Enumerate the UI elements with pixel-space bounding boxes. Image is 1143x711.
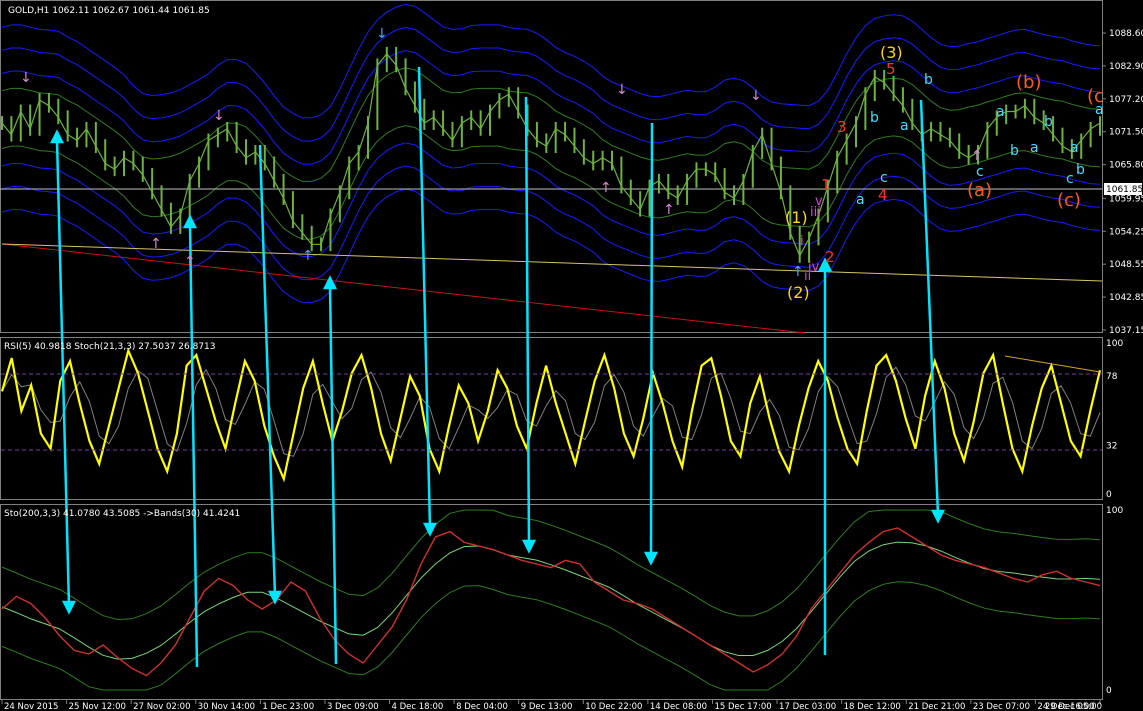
rsi-tick-label: 0	[1106, 490, 1112, 500]
wave-label-red-3: 3	[837, 118, 847, 136]
svg-text:ii: ii	[804, 269, 811, 284]
time-tick-label: 3 Dec 09:00	[327, 702, 379, 711]
rsi-tick-label: 32	[1106, 442, 1117, 452]
time-tick-label: 4 Dec 18:00	[392, 702, 444, 711]
time-tick-label: 17 Dec 03:00	[779, 702, 836, 711]
wave-label-red-5: 5	[886, 60, 896, 78]
svg-text:↓: ↓	[750, 88, 762, 104]
rsi-panel-header: RSI(5) 40.9818 Stoch(21,3,3) 27.5037 26.…	[4, 342, 216, 352]
stochastic-panel-header: Sto(200,3,3) 41.0780 43.5085 ->Bands(30)…	[4, 509, 240, 519]
svg-text:b: b	[1010, 143, 1019, 159]
time-tick-label: 24 Nov 2015	[4, 702, 58, 711]
svg-text:↑: ↑	[184, 254, 196, 270]
svg-text:a: a	[1095, 102, 1104, 118]
wave-label-2: (2)	[787, 283, 810, 302]
wave-label-red-2: 2	[825, 248, 835, 266]
svg-text:↑: ↑	[150, 236, 162, 252]
svg-text:↓: ↓	[376, 26, 388, 42]
svg-text:↓: ↓	[616, 82, 628, 98]
time-tick-label: 14 Dec 08:00	[650, 702, 707, 711]
svg-text:↓: ↓	[20, 70, 32, 86]
svg-text:i: i	[800, 234, 804, 249]
svg-text:a: a	[1030, 140, 1039, 156]
main-panel-header: GOLD,H1 1062.11 1062.67 1061.44 1061.85	[8, 6, 210, 16]
wave-label-red-1: 1	[821, 176, 831, 194]
svg-text:a: a	[996, 104, 1005, 120]
time-axis: 24 Nov 2015 25 Nov 12:00 27 Nov 02:00 30 No…	[1, 700, 1102, 711]
svg-text:b: b	[924, 72, 933, 88]
rsi-tick-label: 100	[1106, 339, 1123, 349]
svg-text:c: c	[1066, 171, 1074, 187]
svg-text:a: a	[856, 192, 865, 208]
main-price-panel[interactable]	[0, 0, 1103, 333]
wave-label-c: (c)	[1057, 190, 1081, 211]
time-tick-label: 30 Nov 14:00	[198, 702, 255, 711]
time-tick-label: 27 Nov 02:00	[133, 702, 190, 711]
time-tick-label: 21 Dec 21:00	[908, 702, 965, 711]
svg-text:c: c	[880, 170, 888, 186]
svg-text:↑: ↑	[792, 264, 804, 280]
time-tick-label: 8 Dec 04:00	[456, 702, 508, 711]
rsi-axis: 100 78 32 0	[1106, 339, 1123, 500]
wave-label-a: (a)	[967, 180, 992, 201]
price-tick-label: 1077.20	[1109, 95, 1143, 105]
price-tick-label: 1042.85	[1109, 293, 1143, 303]
price-axis: 1088.60 1082.90 1077.20 1071.50 1065.80 1059.…	[1102, 29, 1143, 336]
time-tick-label: 18 Dec 12:00	[844, 702, 901, 711]
time-tick-label: 25 Nov 12:00	[69, 702, 126, 711]
price-tick-label: 1082.90	[1109, 62, 1143, 72]
price-tick-label: 1071.50	[1109, 128, 1143, 138]
chart-canvas[interactable]: ↓ ↑ ↑ ↓ ↓ ↑ ↓ ↑ ↑ ↓ ↑ ↑ (3) (1) (2) 5 3 …	[0, 0, 1143, 711]
price-tick-label: 1054.25	[1109, 227, 1143, 237]
sto-tick-label: 0	[1106, 686, 1112, 696]
time-tick-label: 9 Dec 13:00	[521, 702, 573, 711]
current-price-value: 1061.85	[1106, 185, 1143, 195]
svg-text:v: v	[815, 194, 823, 209]
time-tick-label: 15 Dec 17:00	[714, 702, 771, 711]
svg-text:b: b	[870, 110, 879, 126]
svg-text:a: a	[1070, 140, 1079, 156]
svg-text:↑: ↑	[302, 248, 314, 264]
price-tick-label: 1037.15	[1109, 326, 1143, 336]
time-tick-label: 10 Dec 22:00	[585, 702, 642, 711]
price-tick-label: 1048.55	[1109, 260, 1143, 270]
price-tick-label: 1088.60	[1109, 29, 1143, 39]
svg-text:↑: ↑	[663, 202, 675, 218]
svg-text:a: a	[900, 118, 909, 134]
price-tick-label: 1065.80	[1109, 161, 1143, 171]
svg-text:↓: ↓	[213, 108, 225, 124]
stochastic-axis: 100 0	[1106, 506, 1123, 696]
svg-text:b: b	[1044, 114, 1053, 130]
svg-text:b: b	[1076, 162, 1085, 178]
wave-label-red-4: 4	[878, 186, 888, 204]
sto-tick-label: 100	[1106, 506, 1123, 516]
rsi-tick-label: 78	[1106, 372, 1118, 382]
svg-text:↑: ↑	[600, 180, 612, 196]
svg-text:↑: ↑	[971, 148, 983, 164]
time-tick-label: 29 Dec 05:00	[1045, 702, 1102, 711]
wave-label-b: (b)	[1016, 72, 1041, 93]
svg-text:c: c	[976, 164, 984, 180]
time-tick-label: 1 Dec 23:00	[262, 702, 314, 711]
price-tick-label: 1059.95	[1109, 194, 1143, 204]
time-tick-label: 23 Dec 07:00	[973, 702, 1030, 711]
wave-label-1: (1)	[785, 208, 808, 227]
